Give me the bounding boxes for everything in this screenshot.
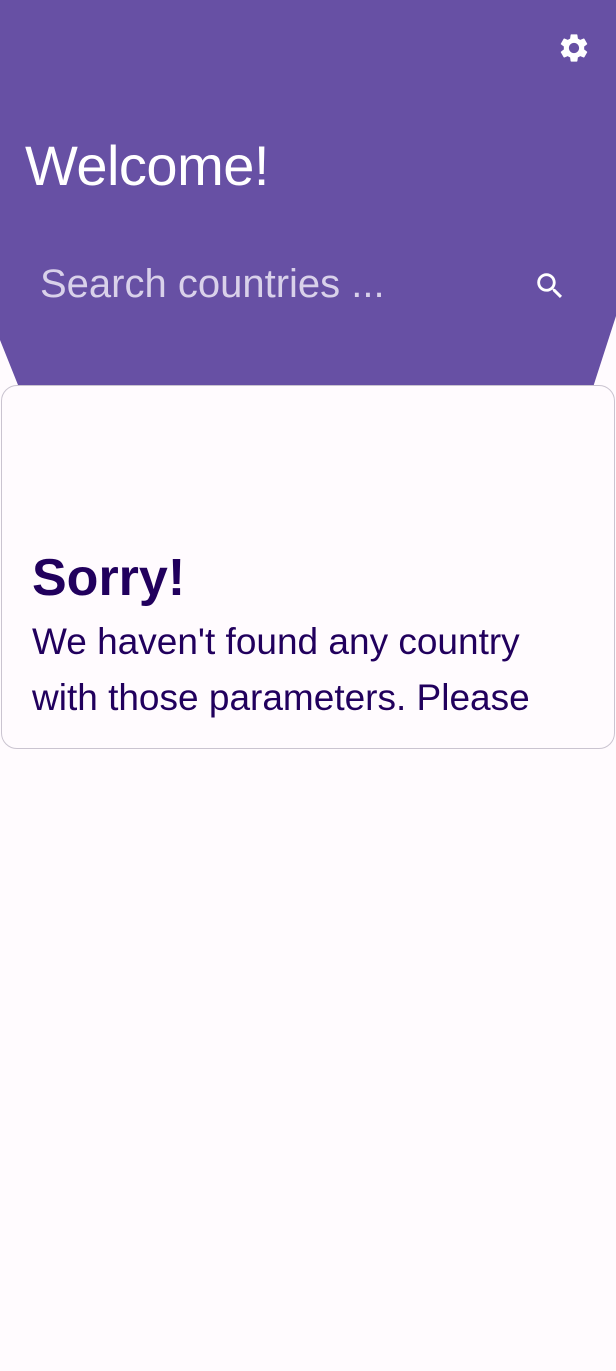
settings-button[interactable] — [554, 28, 594, 68]
empty-state-card: Sorry! We haven't found any country with… — [1, 385, 615, 749]
app-header — [0, 0, 616, 440]
page-title: Welcome! — [25, 134, 269, 197]
search-button[interactable] — [530, 266, 570, 306]
search-bar — [20, 246, 596, 322]
empty-state-title: Sorry! — [32, 549, 186, 607]
search-input[interactable] — [20, 246, 520, 322]
gear-icon — [560, 34, 588, 62]
empty-state-message: We haven't found any country with those … — [32, 621, 530, 718]
search-icon — [537, 273, 563, 299]
